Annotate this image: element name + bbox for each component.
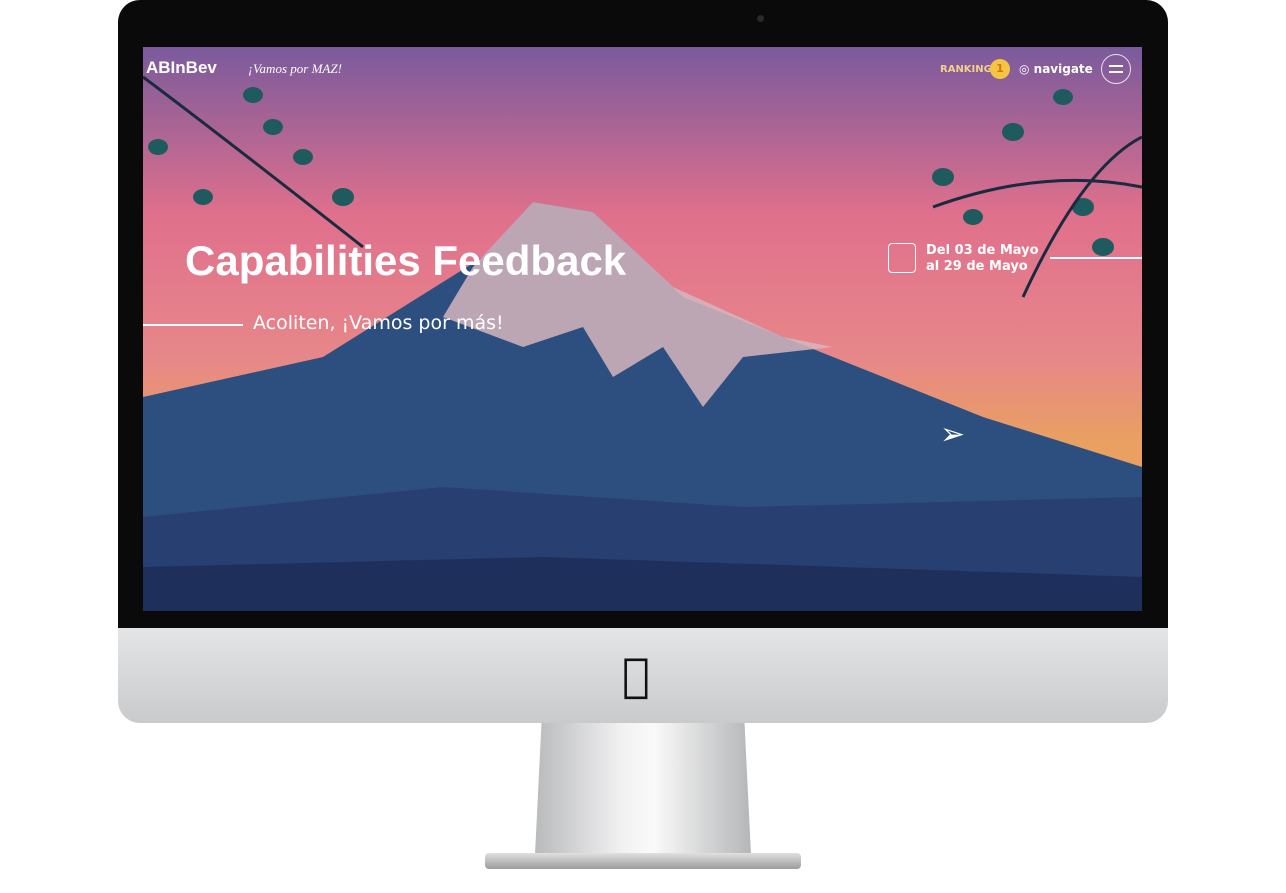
navigate-label: navigate (1033, 62, 1093, 76)
paper-plane-arrow-icon[interactable]: ➢ (940, 417, 965, 452)
date-end: al 29 de Mayo (926, 259, 1028, 274)
divider (143, 324, 243, 326)
navigate-logo[interactable]: ◎ navigate (1019, 62, 1093, 76)
apple-logo-icon:  (622, 648, 650, 702)
website-screen: ABInBev ¡Vamos por MAZ! RANKING 1 ◎ navi… (143, 47, 1142, 611)
divider (1050, 257, 1142, 259)
date-start: Del 03 de Mayo (926, 243, 1039, 258)
camera (757, 15, 764, 22)
ranking-link[interactable]: RANKING (940, 64, 992, 75)
ranking-medal-icon[interactable]: 1 (990, 59, 1010, 79)
slogan: ¡Vamos por MAZ! (248, 61, 342, 76)
date-range: Del 03 de Mayo al 29 de Mayo (926, 243, 1039, 275)
monitor-stand (535, 723, 751, 855)
abinbev-logo[interactable]: ABInBev (146, 58, 217, 78)
page-subtitle: Acoliten, ¡Vamos por más! (253, 312, 504, 334)
hamburger-icon[interactable] (1101, 54, 1131, 84)
page-title: Capabilities Feedback (185, 237, 627, 284)
calendar-icon (888, 243, 916, 273)
monitor-base (485, 853, 801, 869)
